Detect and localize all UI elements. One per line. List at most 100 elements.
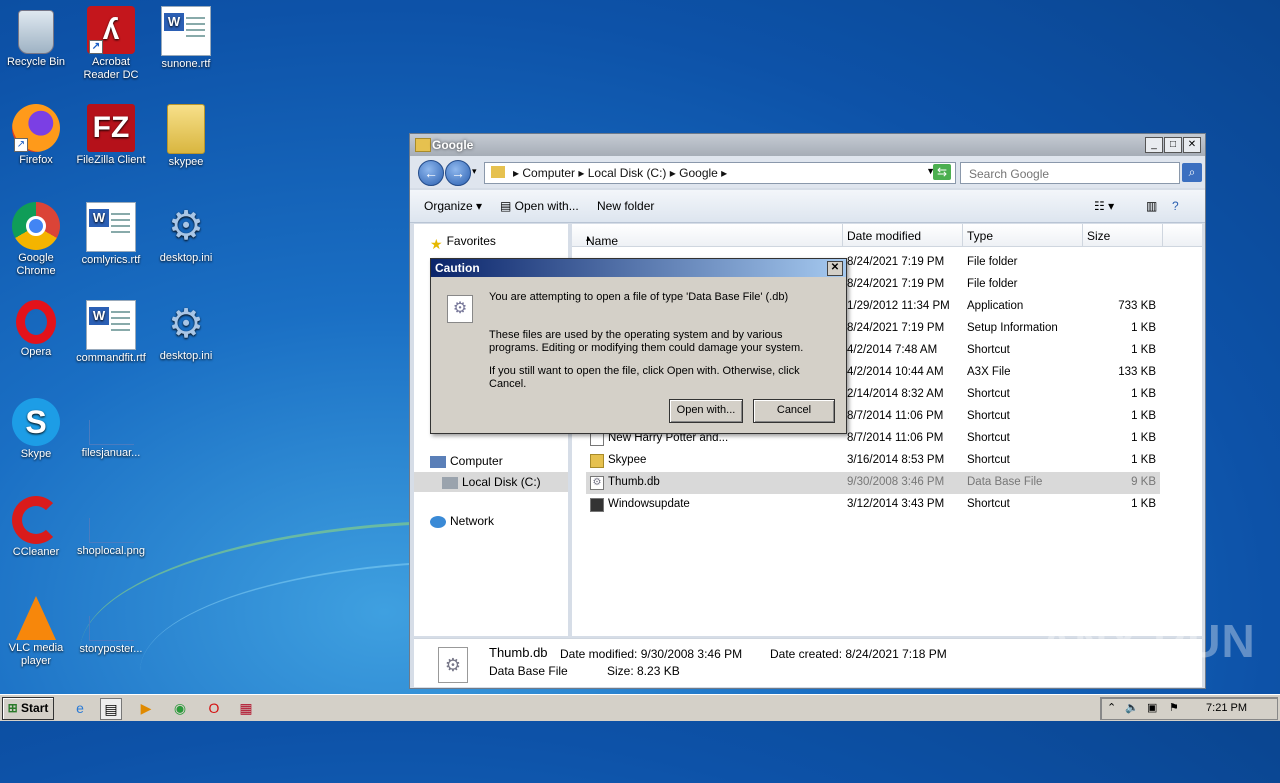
table-row-selected[interactable]: ⚙ Thumb.db 9/30/2008 3:46 PM Data Base File… (586, 472, 1160, 494)
recent-pages-chevron-icon[interactable]: ▾ (472, 166, 477, 177)
command-bar: Organize ▾ ▤ Open with... New folder ☷ ▾… (410, 190, 1205, 223)
chrome-taskbar-icon[interactable]: ◉ (170, 698, 190, 718)
dialog-titlebar[interactable]: Caution ✕ (431, 259, 846, 277)
database-file-icon: ⚙ (438, 647, 468, 683)
caution-dialog: Caution ✕ ⚙ You are attempting to open a… (430, 258, 847, 434)
settings-file-icon: ⚙ (168, 302, 204, 346)
start-button[interactable]: ⊞ Start (2, 697, 54, 720)
desktop-icon-recycle-bin[interactable]: Recycle Bin (0, 6, 74, 69)
minimize-button[interactable]: _ (1145, 137, 1163, 153)
detail-created: Date created: 8/24/2021 7:18 PM (770, 647, 947, 661)
maximize-button[interactable]: □ (1164, 137, 1182, 153)
search-input[interactable] (967, 166, 1151, 182)
acrobat-icon: ʎ ↗ (87, 6, 135, 54)
desktop-icon-filezilla[interactable]: FZ FileZilla Client (73, 104, 149, 167)
breadcrumb-google[interactable]: Google (679, 166, 718, 180)
database-file-icon: ⚙ (447, 295, 473, 323)
opera-taskbar-icon[interactable]: O (204, 698, 224, 718)
dialog-message-1: You are attempting to open a file of typ… (489, 291, 789, 303)
taskbar: ⊞ Start e ▤ ▶ ◉ O ▦ ⌃ 🔈 ▣ ⚑ 7:21 PM (0, 694, 1280, 721)
detail-filetype: Data Base File (489, 664, 568, 678)
firefox-icon: ↗ (12, 104, 60, 152)
vlc-icon (16, 596, 56, 640)
search-icon[interactable]: ⌕ (1182, 163, 1202, 182)
cancel-button[interactable]: Cancel (753, 399, 835, 423)
column-date[interactable]: Date modified (847, 229, 921, 243)
action-center-flag-icon[interactable]: ⚑ (1169, 701, 1179, 714)
desktop-icon-desktop-ini-2[interactable]: ⚙ desktop.ini (148, 300, 224, 363)
detail-size: Size: 8.23 KB (607, 664, 680, 678)
refresh-icon[interactable]: ⇆ (933, 164, 951, 180)
star-icon: ★ (430, 235, 443, 252)
word-document-icon: W (86, 300, 136, 350)
table-row[interactable]: Skypee 3/16/2014 8:53 PM Shortcut 1 KB (586, 450, 1160, 472)
nav-computer[interactable]: Computer (430, 454, 503, 468)
desktop-icon-comlyrics[interactable]: W comlyrics.rtf (73, 202, 149, 267)
desktop-icon-commandfit[interactable]: W commandfit.rtf (73, 300, 149, 365)
breadcrumb: ▸ Computer ▸ Local Disk (C:) ▸ Google ▸ (513, 166, 728, 180)
desktop-icon-storyposter[interactable]: storyposter... (73, 594, 149, 656)
ccleaner-icon (12, 496, 60, 544)
archive-taskbar-icon[interactable]: ▦ (236, 698, 256, 718)
desktop-icon-skype[interactable]: S Skype (0, 398, 74, 461)
chrome-icon (12, 202, 60, 250)
new-folder-button[interactable]: New folder (597, 199, 654, 213)
desktop-icon-filesjanuar[interactable]: filesjanuar... (73, 398, 149, 460)
shortcut-icon (590, 432, 604, 446)
nav-network[interactable]: Network (430, 514, 494, 528)
back-button[interactable]: ← (418, 160, 444, 186)
organize-button[interactable]: Organize ▾ (424, 199, 482, 213)
breadcrumb-computer[interactable]: Computer (522, 166, 575, 180)
preview-pane-icon[interactable]: ▥ (1146, 199, 1157, 213)
detail-modified: Date modified: 9/30/2008 3:46 PM (560, 647, 743, 661)
skype-icon: S (12, 398, 60, 446)
volume-icon[interactable]: 🔈 (1125, 701, 1139, 714)
view-options-icon[interactable]: ☷ ▾ (1094, 199, 1114, 213)
detail-filename: Thumb.db (489, 645, 548, 660)
watermark: ANY RUN (1040, 615, 1256, 667)
tray-expand-icon[interactable]: ⌃ (1107, 701, 1116, 714)
column-type[interactable]: Type (967, 229, 993, 243)
word-document-icon: W (161, 6, 211, 56)
close-button[interactable]: ✕ (1183, 137, 1201, 153)
desktop-icon-skypee-folder[interactable]: skypee (148, 104, 224, 169)
desktop-icon-sunone[interactable]: W sunone.rtf (148, 6, 224, 71)
desktop-icon-vlc[interactable]: VLC media player (0, 594, 74, 668)
desktop-icon-ccleaner[interactable]: CCleaner (0, 496, 74, 559)
desktop-icon-shoplocal[interactable]: shoplocal.png (73, 496, 149, 558)
system-tray: ⌃ 🔈 ▣ ⚑ 7:21 PM (1100, 697, 1278, 720)
database-file-icon: ⚙ (590, 476, 604, 490)
drive-icon (442, 476, 458, 489)
nav-local-disk[interactable]: Local Disk (C:) (414, 472, 568, 492)
internet-explorer-icon[interactable]: e (70, 698, 90, 718)
address-bar[interactable]: ▸ Computer ▸ Local Disk (C:) ▸ Google ▸ … (484, 162, 956, 184)
media-player-icon[interactable]: ▶ (136, 698, 156, 718)
open-with-button[interactable]: Open with... (669, 399, 743, 423)
breadcrumb-local-disk[interactable]: Local Disk (C:) (588, 166, 667, 180)
folder-icon (491, 166, 505, 178)
explorer-taskbar-icon[interactable]: ▤ (100, 698, 122, 720)
window-titlebar[interactable]: Google _ □ ✕ (410, 134, 1205, 156)
shortcut-icon (590, 498, 604, 512)
word-document-icon: W (86, 202, 136, 252)
opera-icon (16, 300, 56, 344)
dialog-close-button[interactable]: ✕ (827, 261, 843, 276)
table-row[interactable]: Windowsupdate 3/12/2014 3:43 PM Shortcut 1 … (586, 494, 1160, 516)
windows-logo-icon: ⊞ (7, 701, 18, 715)
help-icon[interactable]: ? (1172, 199, 1179, 213)
desktop-icon-opera[interactable]: Opera (0, 300, 74, 359)
column-headers: Name ▴ Date modified Type Size (572, 224, 1202, 248)
desktop-icon-firefox[interactable]: ↗ Firefox (0, 104, 74, 167)
desktop-icon-desktop-ini[interactable]: ⚙ desktop.ini (148, 202, 224, 265)
forward-button[interactable]: → (445, 160, 471, 186)
column-size[interactable]: Size (1087, 229, 1110, 243)
desktop-icon-chrome[interactable]: Google Chrome (0, 202, 74, 278)
folder-icon (415, 138, 431, 152)
blank-file-icon (88, 616, 134, 641)
folder-icon (167, 104, 205, 154)
open-with-button[interactable]: ▤ Open with... (500, 199, 579, 213)
clock[interactable]: 7:21 PM (1206, 702, 1247, 714)
desktop-icon-acrobat[interactable]: ʎ ↗ Acrobat Reader DC (73, 6, 149, 82)
nav-favorites[interactable]: ★ Favorites (430, 234, 496, 252)
network-tray-icon[interactable]: ▣ (1147, 701, 1157, 714)
